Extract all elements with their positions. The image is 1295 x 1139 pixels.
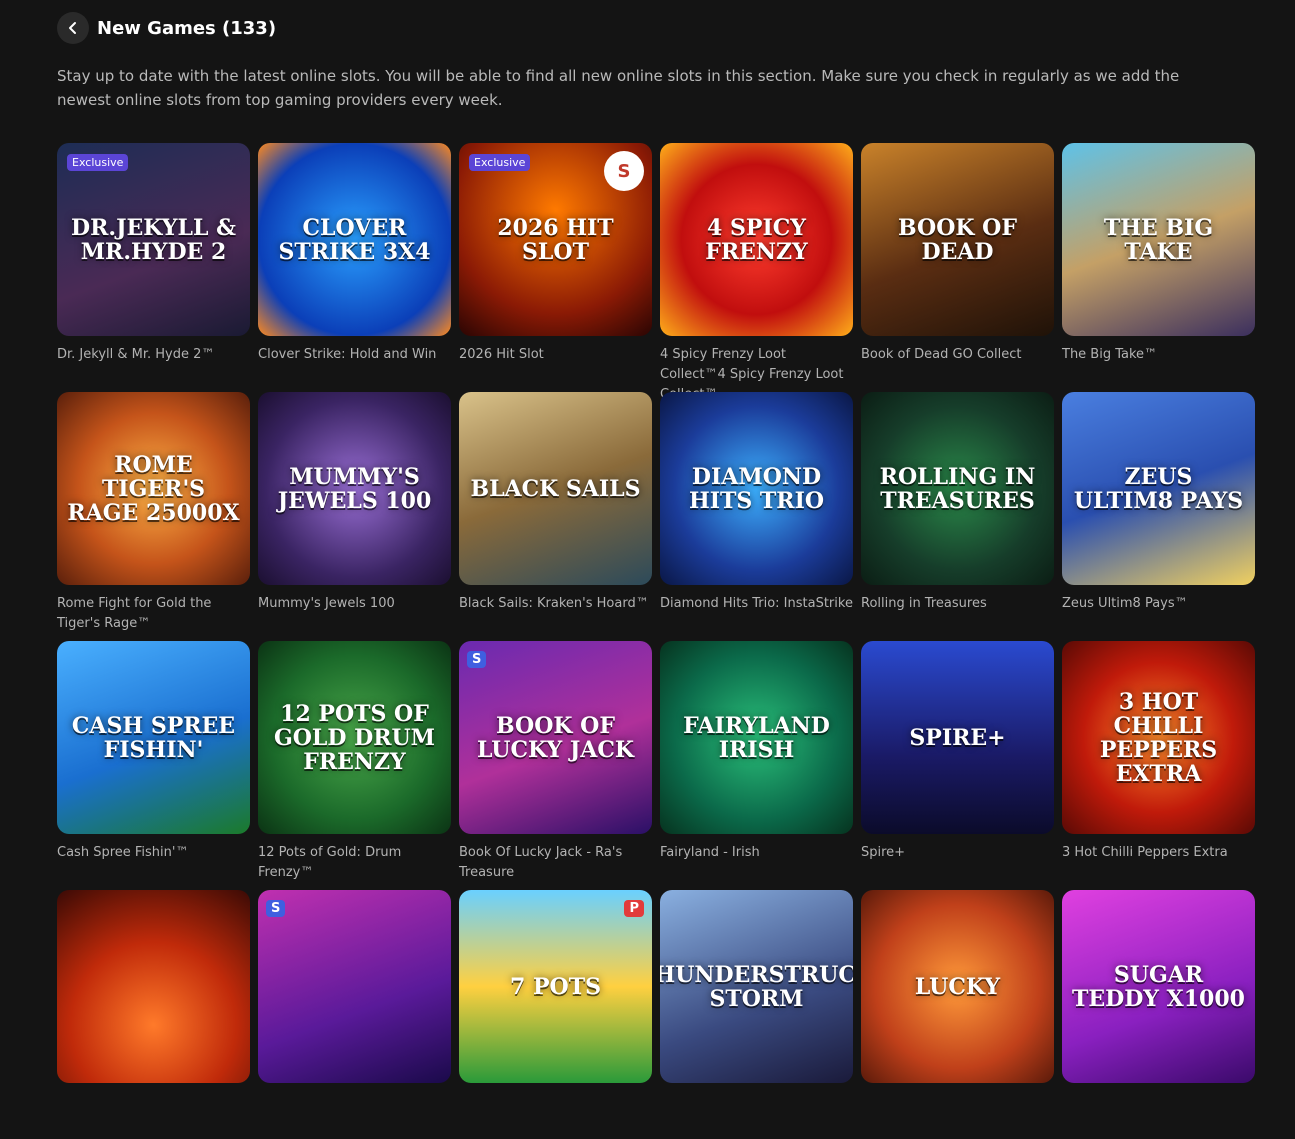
game-thumbnail[interactable]: BLACK SAILS <box>459 392 652 585</box>
game-thumbnail-art: THE BIG TAKE <box>1103 214 1214 265</box>
game-thumbnail-art: BOOK OF LUCKY JACK <box>477 712 634 763</box>
page-header: New Games (133) <box>57 12 276 44</box>
game-card[interactable]: 4 SPICY FRENZY 4 Spicy Frenzy Loot Collec… <box>660 143 853 402</box>
game-thumbnail[interactable] <box>57 890 250 1083</box>
game-thumbnail-art: DR.JEKYLL & MR.HYDE 2 <box>71 214 236 265</box>
game-thumbnail-art: DIAMOND HITS TRIO <box>688 463 825 514</box>
game-thumbnail[interactable]: DR.JEKYLL & MR.HYDE 2 Exclusive <box>57 143 250 336</box>
game-card[interactable]: FAIRYLAND IRISH Fairyland - Irish <box>660 641 853 890</box>
game-thumbnail[interactable]: THE BIG TAKE <box>1062 143 1255 336</box>
game-title[interactable]: 3 Hot Chilli Peppers Extra <box>1062 843 1255 863</box>
game-title[interactable]: Rolling in Treasures <box>861 594 1054 614</box>
game-thumbnail-art: 2026 HIT SLOT <box>497 214 614 265</box>
game-card[interactable]: CLOVER STRIKE 3X4 Clover Strike: Hold and… <box>258 143 451 392</box>
game-thumbnail-art: 4 SPICY FRENZY <box>705 214 808 265</box>
game-card[interactable]: 7 POTS P <box>459 890 652 1139</box>
game-thumbnail[interactable]: ROLLING IN TREASURES <box>861 392 1054 585</box>
game-thumbnail[interactable]: FAIRYLAND IRISH <box>660 641 853 834</box>
game-thumbnail-art: ROME TIGER'S RAGE 25000X <box>67 451 240 526</box>
game-card[interactable]: SPIRE+ Spire+ <box>861 641 1054 890</box>
game-thumbnail[interactable]: MUMMY'S JEWELS 100 <box>258 392 451 585</box>
game-thumbnail[interactable]: 3 HOT CHILLI PEPPERS EXTRA <box>1062 641 1255 834</box>
game-title[interactable]: Spire+ <box>861 843 1054 863</box>
game-thumbnail[interactable]: BOOK OF LUCKY JACK S <box>459 641 652 834</box>
game-card[interactable]: LUCKY <box>861 890 1054 1139</box>
game-title[interactable]: Clover Strike: Hold and Win <box>258 345 451 365</box>
game-thumbnail[interactable]: SUGAR TEDDY X1000 <box>1062 890 1255 1083</box>
game-card[interactable]: ROLLING IN TREASURES Rolling in Treasures <box>861 392 1054 641</box>
game-thumbnail-art: LUCKY <box>914 973 1001 1000</box>
games-grid: DR.JEKYLL & MR.HYDE 2 Exclusive Dr. Jekyll… <box>57 143 1255 1139</box>
game-thumbnail-art: BLACK SAILS <box>470 475 641 502</box>
game-thumbnail-art: 3 HOT CHILLI PEPPERS EXTRA <box>1099 688 1218 787</box>
game-card[interactable]: MUMMY'S JEWELS 100 Mummy's Jewels 100 <box>258 392 451 641</box>
chevron-left-icon <box>69 22 76 34</box>
provider-corner-icon: P <box>624 900 644 917</box>
game-thumbnail-art: THUNDERSTRUCK STORM <box>660 961 853 1012</box>
provider-logo-icon: S <box>604 151 644 191</box>
game-card[interactable]: 3 HOT CHILLI PEPPERS EXTRA 3 Hot Chilli P… <box>1062 641 1255 890</box>
game-card[interactable]: BOOK OF DEAD Book of Dead GO Collect <box>861 143 1054 392</box>
game-card[interactable]: BLACK SAILS Black Sails: Kraken's Hoard™ <box>459 392 652 641</box>
game-thumbnail[interactable]: S <box>258 890 451 1083</box>
game-title[interactable]: Zeus Ultim8 Pays™ <box>1062 594 1255 614</box>
game-thumbnail[interactable]: DIAMOND HITS TRIO <box>660 392 853 585</box>
game-card[interactable]: DR.JEKYLL & MR.HYDE 2 Exclusive Dr. Jekyll… <box>57 143 250 392</box>
exclusive-badge: Exclusive <box>67 154 129 171</box>
exclusive-badge: Exclusive <box>469 154 531 171</box>
game-thumbnail-art: BOOK OF DEAD <box>898 214 1017 265</box>
game-thumbnail-art: ZEUS ULTIM8 PAYS <box>1073 463 1244 514</box>
game-title[interactable]: Mummy's Jewels 100 <box>258 594 451 614</box>
game-title[interactable]: Black Sails: Kraken's Hoard™ <box>459 594 652 614</box>
game-thumbnail[interactable]: ZEUS ULTIM8 PAYS <box>1062 392 1255 585</box>
game-card[interactable]: S <box>258 890 451 1139</box>
back-button[interactable] <box>57 12 89 44</box>
page-description: Stay up to date with the latest online s… <box>57 67 1180 109</box>
game-thumbnail[interactable]: 4 SPICY FRENZY <box>660 143 853 336</box>
game-thumbnail[interactable]: 12 POTS OF GOLD DRUM FRENZY <box>258 641 451 834</box>
game-title[interactable]: 12 Pots of Gold: Drum Frenzy™ <box>258 843 451 883</box>
game-card[interactable]: CASH SPREE FISHIN' Cash Spree Fishin'™ <box>57 641 250 890</box>
game-card[interactable]: BOOK OF LUCKY JACK S Book Of Lucky Jack - … <box>459 641 652 890</box>
game-card[interactable]: ZEUS ULTIM8 PAYS Zeus Ultim8 Pays™ <box>1062 392 1255 641</box>
provider-corner-icon: S <box>266 900 286 917</box>
game-card[interactable]: 2026 HIT SLOT Exclusive S 2026 Hit Slot <box>459 143 652 392</box>
game-card[interactable]: 12 POTS OF GOLD DRUM FRENZY 12 Pots of Go… <box>258 641 451 890</box>
game-thumbnail-art: 12 POTS OF GOLD DRUM FRENZY <box>273 700 436 775</box>
game-card[interactable]: ROME TIGER'S RAGE 25000X Rome Fight for G… <box>57 392 250 641</box>
game-title[interactable]: Fairyland - Irish <box>660 843 853 863</box>
game-card[interactable] <box>57 890 250 1139</box>
game-title[interactable]: Cash Spree Fishin'™ <box>57 843 250 863</box>
game-thumbnail-art: FAIRYLAND IRISH <box>683 712 830 763</box>
game-thumbnail-art: 7 POTS <box>510 973 601 1000</box>
game-thumbnail[interactable]: SPIRE+ <box>861 641 1054 834</box>
game-card[interactable]: THUNDERSTRUCK STORM <box>660 890 853 1139</box>
game-title[interactable]: Book Of Lucky Jack - Ra's Treasure <box>459 843 652 883</box>
game-thumbnail[interactable]: CLOVER STRIKE 3X4 <box>258 143 451 336</box>
game-thumbnail-art: SUGAR TEDDY X1000 <box>1072 961 1245 1012</box>
game-card[interactable]: THE BIG TAKE The Big Take™ <box>1062 143 1255 392</box>
game-thumbnail[interactable]: ROME TIGER'S RAGE 25000X <box>57 392 250 585</box>
game-card[interactable]: DIAMOND HITS TRIO Diamond Hits Trio: Inst… <box>660 392 853 641</box>
game-thumbnail[interactable]: 7 POTS P <box>459 890 652 1083</box>
game-thumbnail-art: SPIRE+ <box>909 724 1006 751</box>
page-title: New Games (133) <box>97 17 277 39</box>
game-thumbnail-art: ROLLING IN TREASURES <box>879 463 1036 514</box>
game-thumbnail-art: CLOVER STRIKE 3X4 <box>278 214 431 265</box>
provider-corner-icon: S <box>467 651 487 668</box>
game-thumbnail-art: MUMMY'S JEWELS 100 <box>277 463 432 514</box>
game-title[interactable]: Diamond Hits Trio: InstaStrike <box>660 594 853 614</box>
game-title[interactable]: The Big Take™ <box>1062 345 1255 365</box>
game-thumbnail[interactable]: LUCKY <box>861 890 1054 1083</box>
game-title[interactable]: Dr. Jekyll & Mr. Hyde 2™ <box>57 345 250 365</box>
game-title[interactable]: Book of Dead GO Collect <box>861 345 1054 365</box>
game-thumbnail[interactable]: 2026 HIT SLOT Exclusive S <box>459 143 652 336</box>
game-title[interactable]: 2026 Hit Slot <box>459 345 652 365</box>
game-thumbnail-art: CASH SPREE FISHIN' <box>71 712 236 763</box>
game-title[interactable]: Rome Fight for Gold the Tiger's Rage™ <box>57 594 250 634</box>
game-thumbnail[interactable]: THUNDERSTRUCK STORM <box>660 890 853 1083</box>
game-thumbnail[interactable]: CASH SPREE FISHIN' <box>57 641 250 834</box>
game-thumbnail[interactable]: BOOK OF DEAD <box>861 143 1054 336</box>
game-card[interactable]: SUGAR TEDDY X1000 <box>1062 890 1255 1139</box>
